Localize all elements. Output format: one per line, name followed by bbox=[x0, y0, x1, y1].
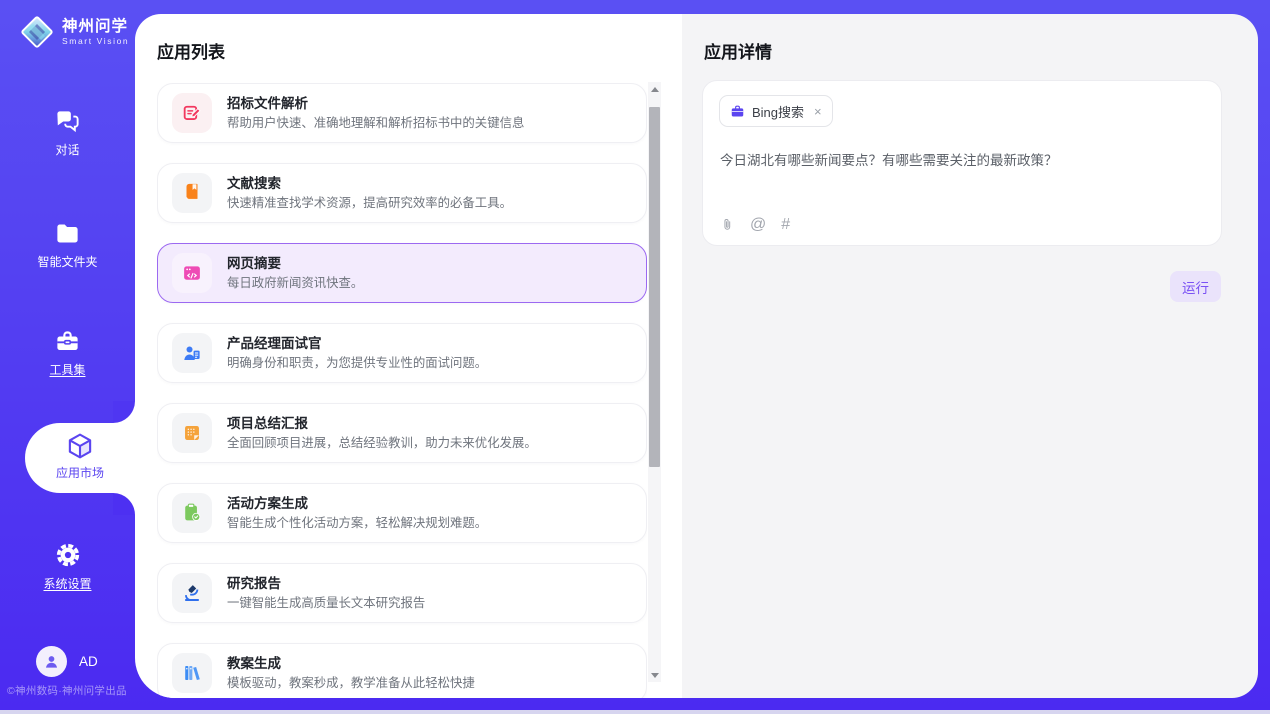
folder-icon bbox=[0, 220, 135, 247]
chip-close-icon[interactable]: × bbox=[814, 105, 822, 118]
interviewer-icon bbox=[172, 333, 212, 373]
brand-logo-icon bbox=[18, 13, 56, 51]
research-icon bbox=[172, 573, 212, 613]
app-card-list: 招标文件解析帮助用户快速、准确地理解和解析招标书中的关键信息 文献搜索快速精准查… bbox=[157, 83, 647, 698]
app-card-title: 研究报告 bbox=[227, 577, 425, 591]
sidebar-item-label: 应用市场 bbox=[56, 464, 104, 481]
clipboard-check-icon bbox=[172, 493, 212, 533]
app-card-title: 文献搜索 bbox=[227, 177, 512, 191]
scrollbar-thumb[interactable] bbox=[649, 107, 660, 467]
sidebar-item-toolset[interactable]: 工具集 bbox=[0, 328, 135, 379]
book-icon bbox=[172, 173, 212, 213]
user-info[interactable]: AD bbox=[36, 646, 98, 677]
app-card[interactable]: 研究报告一键智能生成高质量长文本研究报告 bbox=[157, 563, 647, 623]
app-card-desc: 模板驱动，教案秒成，教学准备从此轻松快捷 bbox=[227, 677, 475, 689]
sidebar-item-label: 对话 bbox=[55, 141, 79, 158]
app-card[interactable]: 招标文件解析帮助用户快速、准确地理解和解析招标书中的关键信息 bbox=[157, 83, 647, 143]
app-list-title: 应用列表 bbox=[157, 38, 225, 63]
app-card-desc: 全面回顾项目进展，总结经验教训，助力未来优化发展。 bbox=[227, 437, 537, 449]
app-card-desc: 明确身份和职责，为您提供专业性的面试问题。 bbox=[227, 357, 487, 369]
app-card-selected[interactable]: 网页摘要每日政府新闻资讯快查。 bbox=[157, 243, 647, 303]
hash-icon[interactable]: # bbox=[781, 217, 790, 233]
sidebar-item-chat[interactable]: 对话 bbox=[0, 108, 135, 159]
app-card[interactable]: 教案生成模板驱动，教案秒成，教学准备从此轻松快捷 bbox=[157, 643, 647, 698]
app-card-title: 活动方案生成 bbox=[227, 497, 487, 511]
sidebar-item-settings[interactable]: 系统设置 bbox=[0, 541, 135, 593]
gear-icon bbox=[0, 541, 135, 569]
browser-code-icon bbox=[172, 253, 212, 293]
app-card-title: 招标文件解析 bbox=[227, 97, 524, 111]
app-card-desc: 每日政府新闻资讯快查。 bbox=[227, 277, 363, 289]
app-card-title: 网页摘要 bbox=[227, 257, 363, 271]
avatar bbox=[36, 646, 67, 677]
app-card[interactable]: 活动方案生成智能生成个性化活动方案，轻松解决规划难题。 bbox=[157, 483, 647, 543]
tool-chip-label: Bing搜索 bbox=[752, 102, 804, 121]
tool-chip-bing-search[interactable]: Bing搜索 × bbox=[719, 95, 833, 127]
scroll-down-button[interactable] bbox=[648, 668, 661, 682]
active-tab-top-curve bbox=[113, 401, 135, 423]
app-card-desc: 一键智能生成高质量长文本研究报告 bbox=[227, 597, 425, 609]
sidebar-item-app-market[interactable]: 应用市场 bbox=[25, 423, 135, 493]
sticky-note-icon bbox=[172, 413, 212, 453]
app-card[interactable]: 文献搜索快速精准查找学术资源，提高研究效率的必备工具。 bbox=[157, 163, 647, 223]
app-card-title: 产品经理面试官 bbox=[227, 337, 487, 351]
chat-icon bbox=[0, 108, 135, 135]
app-list-panel: 应用列表 招标文件解析帮助用户快速、准确地理解和解析招标书中的关键信息 文献搜索… bbox=[135, 14, 682, 698]
app-card-title: 教案生成 bbox=[227, 657, 475, 671]
scroll-up-button[interactable] bbox=[648, 82, 661, 96]
brand-subtitle: Smart Vision bbox=[62, 36, 129, 46]
app-card[interactable]: 项目总结汇报全面回顾项目进展，总结经验教训，助力未来优化发展。 bbox=[157, 403, 647, 463]
app-card-title: 项目总结汇报 bbox=[227, 417, 537, 431]
brand-name: 神州问学 bbox=[62, 18, 129, 36]
query-text[interactable]: 今日湖北有哪些新闻要点？有哪些需要关注的最新政策？ bbox=[720, 149, 1205, 169]
active-tab-bottom-curve bbox=[113, 493, 135, 515]
app-card-desc: 快速精准查找学术资源，提高研究效率的必备工具。 bbox=[227, 197, 512, 209]
app-card[interactable]: 产品经理面试官明确身份和职责，为您提供专业性的面试问题。 bbox=[157, 323, 647, 383]
main-container: 应用列表 招标文件解析帮助用户快速、准确地理解和解析招标书中的关键信息 文献搜索… bbox=[135, 14, 1258, 698]
books-icon bbox=[172, 653, 212, 693]
run-button[interactable]: 运行 bbox=[1170, 271, 1221, 302]
copyright-footer: ©神州数码·神州问学出品 bbox=[7, 683, 135, 698]
sidebar-item-label: 智能文件夹 bbox=[37, 253, 97, 270]
sidebar: 神州问学 Smart Vision 对话 智能文件夹 工具集 应用市场 系统设置… bbox=[0, 0, 135, 714]
toolbox-icon bbox=[0, 328, 135, 355]
briefcase-icon bbox=[730, 104, 745, 119]
sidebar-item-label: 工具集 bbox=[49, 361, 85, 378]
app-card-desc: 智能生成个性化活动方案，轻松解决规划难题。 bbox=[227, 517, 487, 529]
attachment-icon[interactable] bbox=[720, 216, 735, 233]
edit-doc-icon bbox=[172, 93, 212, 133]
brand: 神州问学 Smart Vision bbox=[18, 13, 129, 51]
app-card-desc: 帮助用户快速、准确地理解和解析招标书中的关键信息 bbox=[227, 117, 524, 129]
mention-icon[interactable]: @ bbox=[750, 217, 766, 233]
scrollbar[interactable] bbox=[648, 82, 661, 682]
bottom-edge-strip bbox=[0, 710, 1270, 714]
sidebar-item-label: 系统设置 bbox=[43, 575, 91, 592]
cube-icon bbox=[25, 423, 135, 461]
app-detail-panel: 应用详情 Bing搜索 × 今日湖北有哪些新闻要点？有哪些需要关注的最新政策？ bbox=[682, 14, 1258, 698]
composer-toolbar: @ # bbox=[720, 216, 790, 233]
composer-card[interactable]: Bing搜索 × 今日湖北有哪些新闻要点？有哪些需要关注的最新政策？ @ # bbox=[702, 80, 1222, 246]
user-initials: AD bbox=[79, 654, 98, 669]
app-detail-title: 应用详情 bbox=[704, 38, 772, 63]
sidebar-item-smart-folders[interactable]: 智能文件夹 bbox=[0, 220, 135, 271]
person-icon bbox=[42, 652, 61, 671]
